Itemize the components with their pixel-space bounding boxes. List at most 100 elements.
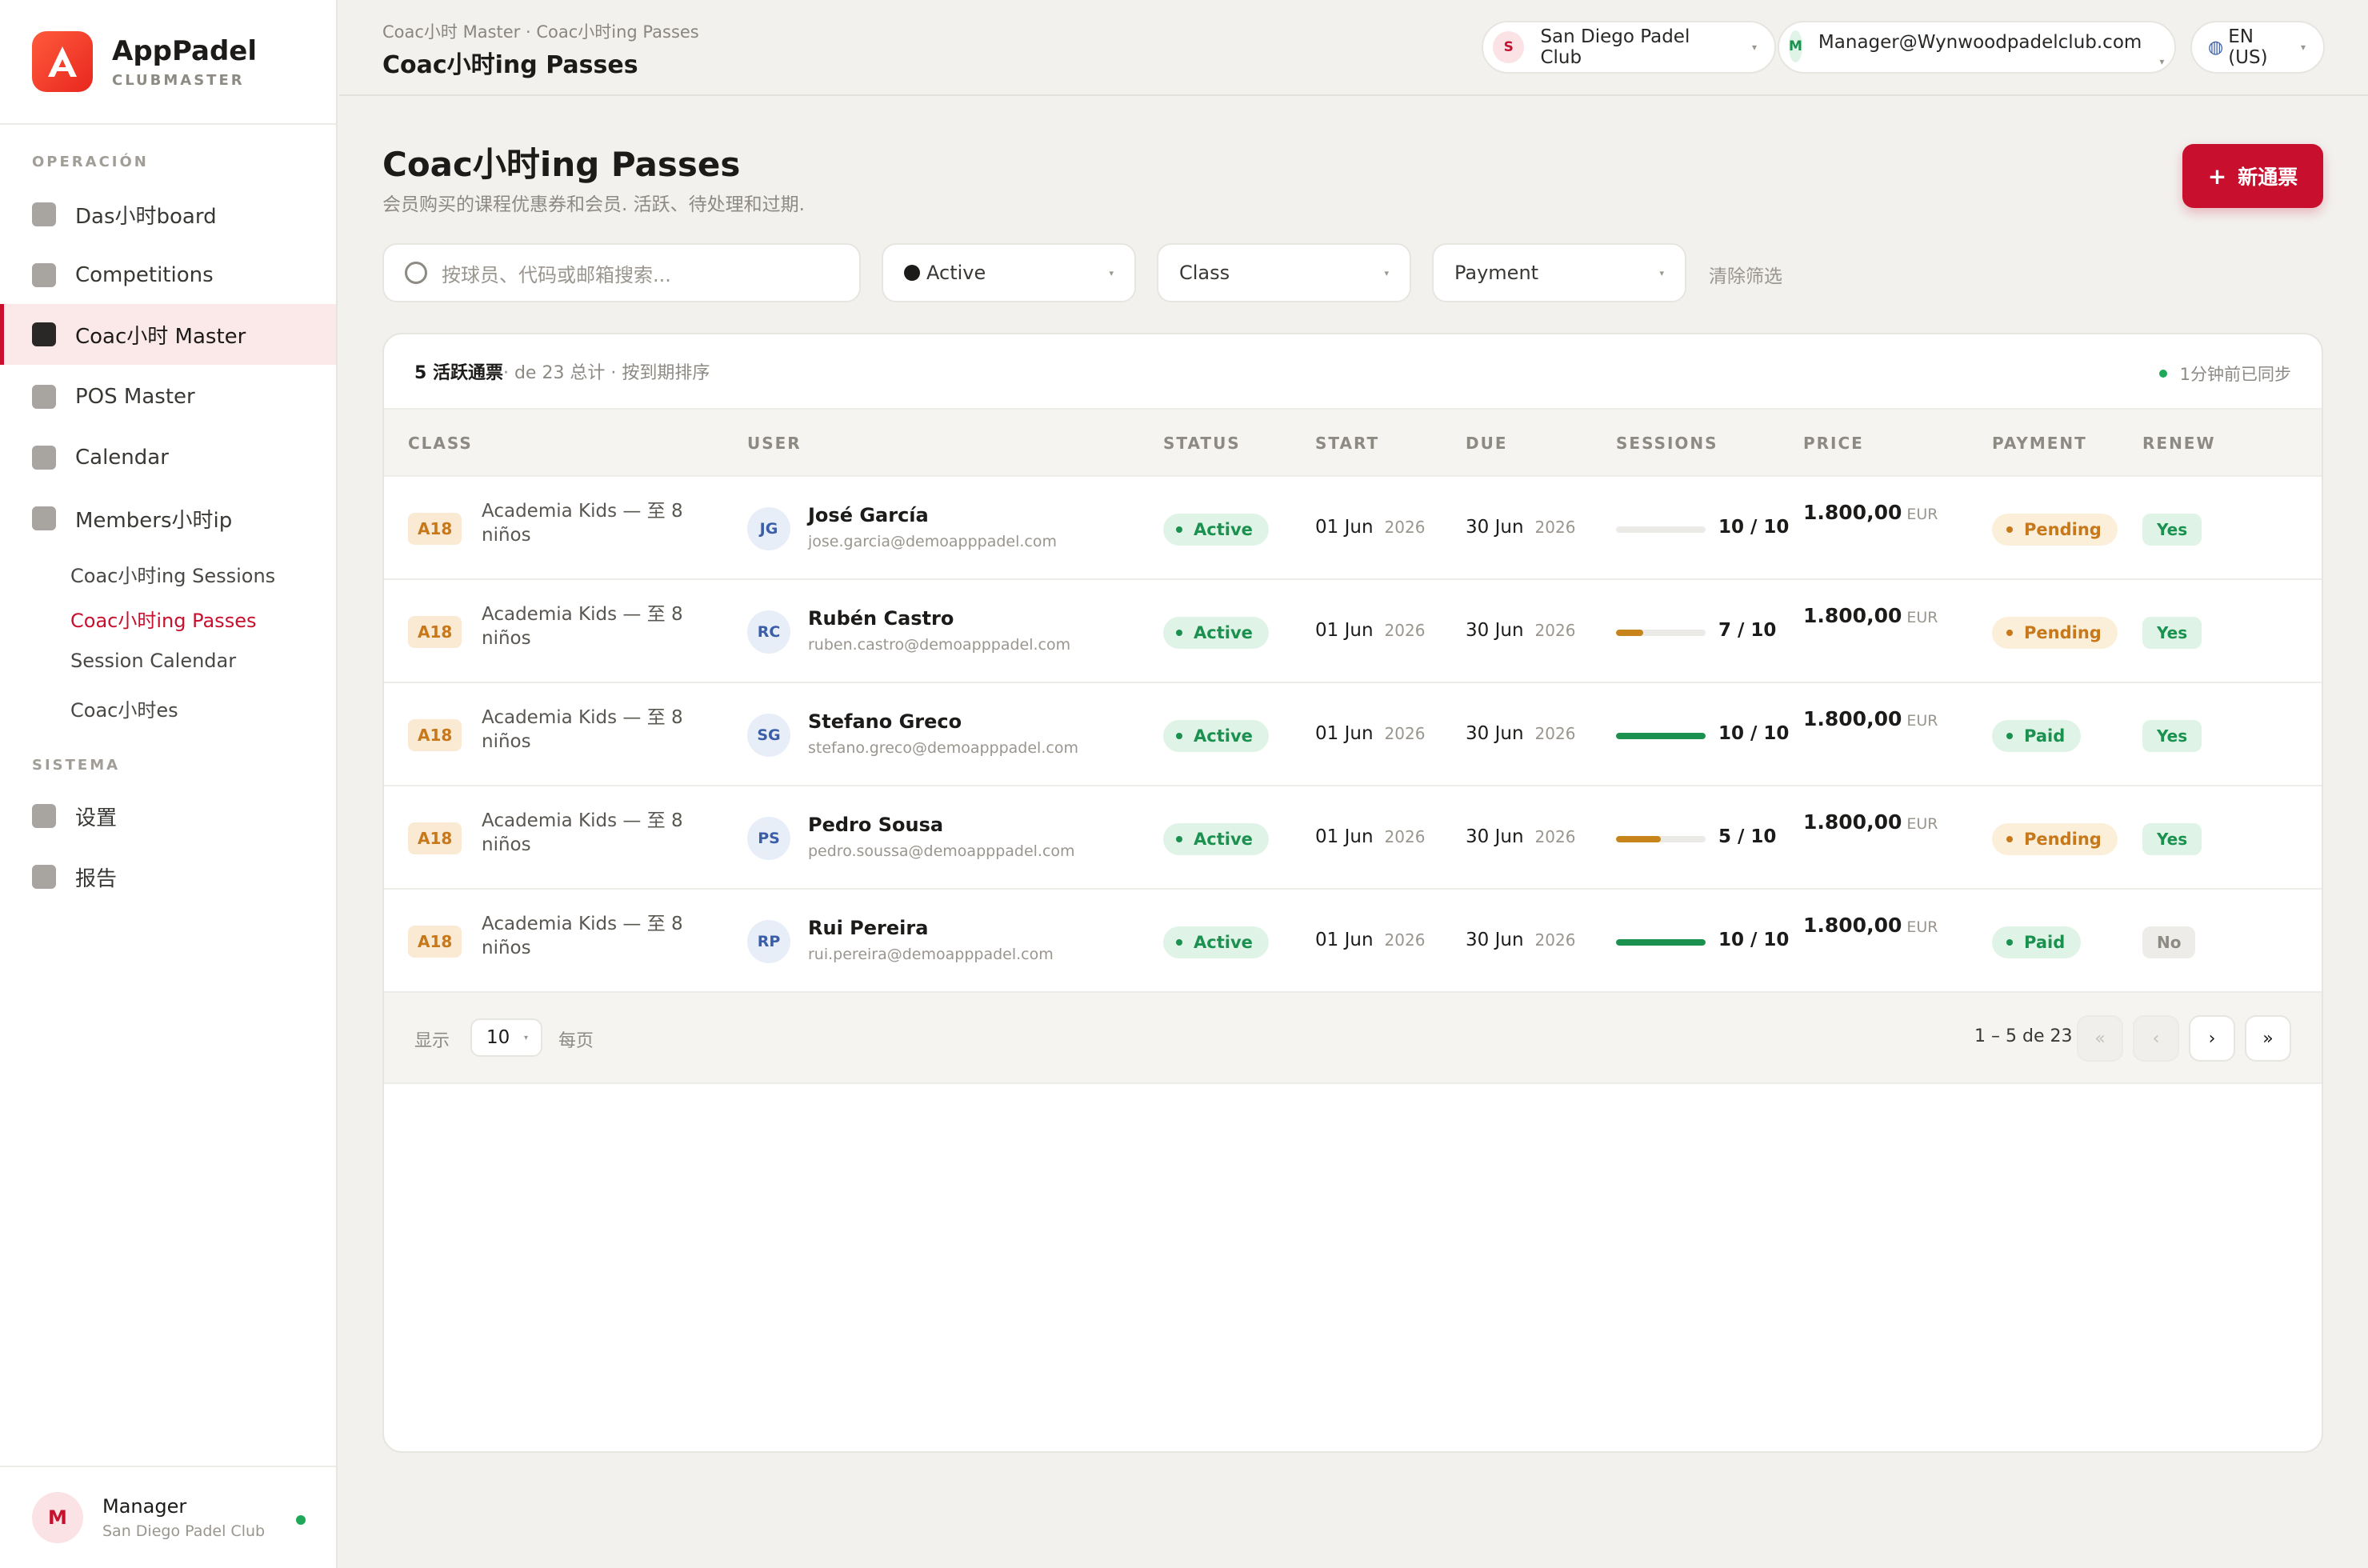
section-label-operacion: OPERACIÓN [32, 154, 149, 170]
due-date-year: 2026 [1534, 827, 1576, 846]
column-header-renew[interactable]: RENEW [2142, 434, 2216, 453]
status-badge: Active [1163, 823, 1269, 855]
user-name[interactable]: Pedro Sousa [808, 814, 943, 836]
sidebar-subitem-coaching-sessions[interactable]: Coac小时ing Sessions [70, 560, 275, 588]
renew-badge[interactable]: Yes [2142, 514, 2202, 546]
chevron-down-icon: ▾ [2300, 42, 2306, 53]
passes-card: 5 活跃通票 · de 23 总计 · 按到期排序 1分钟前已同步 CLASS … [382, 333, 2323, 1453]
status-dot-icon [1176, 733, 1182, 739]
new-pass-button[interactable]: + 新通票 [2182, 144, 2323, 208]
class-code-badge: A18 [408, 513, 462, 545]
class-name: Academia Kids — 至 8 niños [482, 810, 683, 855]
user-name[interactable]: José García [808, 504, 929, 526]
sidebar-item-calendar[interactable]: Calendar [0, 427, 336, 488]
payment-filter[interactable]: Payment ▾ [1432, 243, 1686, 302]
start-date-day: 01 Jun [1315, 517, 1374, 538]
breadcrumb[interactable]: Coac小时 Master · Coac小时ing Passes [382, 19, 699, 43]
price: 1.800,00 EUR [1803, 604, 1938, 627]
sidebar-item-pos-master[interactable]: POS Master [0, 366, 336, 427]
chevron-down-icon: ▾ [523, 1033, 528, 1042]
sidebar-item-coach-master[interactable]: Coac小时 Master [0, 304, 336, 365]
sidebar-item-dashboard[interactable]: Das小时board [0, 184, 336, 245]
column-header-user[interactable]: USER [747, 434, 802, 453]
class-code-badge: A18 [408, 926, 462, 958]
account-selector[interactable]: M Manager@Wynwoodpadelclub.com ▾ [1778, 21, 2176, 74]
price-amount: 1.800,00 [1803, 707, 1902, 730]
price-currency: EUR [1906, 815, 1938, 833]
first-page-button[interactable]: « [2077, 1015, 2123, 1062]
column-header-class[interactable]: CLASS [408, 434, 473, 453]
renew-badge[interactable]: No [2142, 926, 2196, 958]
sidebar-subitem-session-calendar[interactable]: Session Calendar [70, 650, 236, 672]
table-header: CLASS USER STATUS START DUE SESSIONS PRI… [384, 410, 2322, 477]
online-status-icon [296, 1515, 306, 1525]
table-row[interactable]: A18 Academia Kids — 至 8 niños RP Rui Pereir… [384, 890, 2322, 993]
per-page-select[interactable]: 10 ▾ [470, 1018, 542, 1057]
column-header-due[interactable]: DUE [1466, 434, 1508, 453]
user-name[interactable]: Rui Pereira [808, 917, 928, 939]
sidebar-item-label: Calendar [75, 446, 169, 470]
status-label: Active [1194, 623, 1253, 642]
club-selector[interactable]: S San Diego Padel Club ▾ [1482, 21, 1776, 74]
renew-badge[interactable]: Yes [2142, 720, 2202, 752]
app-name: AppPadel [112, 34, 257, 67]
column-header-payment[interactable]: PAYMENT [1992, 434, 2087, 453]
competitions-icon [32, 263, 56, 287]
start-date-day: 01 Jun [1315, 723, 1374, 744]
pagination-range: 1 – 5 de 23 [1974, 1026, 2073, 1046]
table-row[interactable]: A18 Academia Kids — 至 8 niños SG Stefano Gr… [384, 683, 2322, 786]
user-name[interactable]: Stefano Greco [808, 710, 962, 733]
coach-master-icon [32, 322, 56, 346]
user-name: Manager [102, 1495, 187, 1518]
price-currency: EUR [1906, 506, 1938, 523]
user-profile[interactable]: M Manager San Diego Padel Club [0, 1466, 336, 1568]
class-name: Academia Kids — 至 8 niños [482, 707, 683, 752]
sync-dot-icon [2158, 370, 2167, 378]
sidebar-item-membership[interactable]: Members小时ip [0, 488, 336, 549]
table-row[interactable]: A18 Academia Kids — 至 8 niños RC Rubén Cast… [384, 580, 2322, 683]
column-header-start[interactable]: START [1315, 434, 1379, 453]
sidebar-subitem-coaching-passes[interactable]: Coac小时ing Passes [70, 605, 256, 633]
start-date-year: 2026 [1384, 724, 1426, 743]
sidebar: AppPadel CLUBMASTER OPERACIÓN Das小时board… [0, 0, 338, 1568]
language-selector[interactable]: ◍ EN (US) ▾ [2190, 21, 2325, 74]
due-date-year: 2026 [1534, 518, 1576, 537]
table-row[interactable]: A18 Academia Kids — 至 8 niños PS Pedro Sous… [384, 786, 2322, 890]
status-label: Active [1194, 830, 1253, 849]
last-page-button[interactable]: » [2245, 1015, 2291, 1062]
per-page-label: 每页 [558, 1031, 594, 1051]
sessions-count: 5 / 10 [1718, 826, 1777, 847]
user-name[interactable]: Rubén Castro [808, 607, 954, 630]
due-date: 30 Jun 2026 [1466, 723, 1575, 744]
renew-badge[interactable]: Yes [2142, 617, 2202, 649]
payment-dot-icon [2006, 733, 2013, 739]
search-icon [405, 262, 427, 284]
payment-label: Pending [2024, 623, 2102, 642]
status-filter[interactable]: Active ▾ [882, 243, 1136, 302]
prev-page-button[interactable]: ‹ [2133, 1015, 2179, 1062]
sidebar-subitem-coaches[interactable]: Coac小时es [70, 694, 178, 722]
brand[interactable]: AppPadel CLUBMASTER [0, 0, 336, 125]
class-name: Academia Kids — 至 8 niños [482, 914, 683, 958]
table-row[interactable]: A18 Academia Kids — 至 8 niños JG José Garcí… [384, 477, 2322, 580]
search-input[interactable]: 按球员、代码或邮箱搜索... [382, 243, 861, 302]
sidebar-item-reports[interactable]: 报告 [0, 846, 336, 907]
renew-badge[interactable]: Yes [2142, 823, 2202, 855]
next-page-button[interactable]: › [2189, 1015, 2235, 1062]
due-date: 30 Jun 2026 [1466, 930, 1575, 950]
clear-filters-link[interactable]: 清除筛选 [1709, 261, 1782, 288]
status-dot-icon [1176, 526, 1182, 533]
due-date-day: 30 Jun [1466, 826, 1524, 847]
price-amount: 1.800,00 [1803, 810, 1902, 834]
chevron-down-icon: ▾ [1751, 42, 1757, 53]
start-date: 01 Jun 2026 [1315, 930, 1425, 950]
sidebar-item-competitions[interactable]: Competitions [0, 245, 336, 306]
class-filter[interactable]: Class ▾ [1157, 243, 1411, 302]
column-header-price[interactable]: PRICE [1803, 434, 1864, 453]
column-header-sessions[interactable]: SESSIONS [1616, 434, 1718, 453]
sidebar-item-settings[interactable]: 设置 [0, 786, 336, 846]
column-header-status[interactable]: STATUS [1163, 434, 1241, 453]
status-badge: Active [1163, 514, 1269, 546]
sessions-progress-fill [1616, 836, 1661, 842]
status-dot-icon [1176, 939, 1182, 946]
